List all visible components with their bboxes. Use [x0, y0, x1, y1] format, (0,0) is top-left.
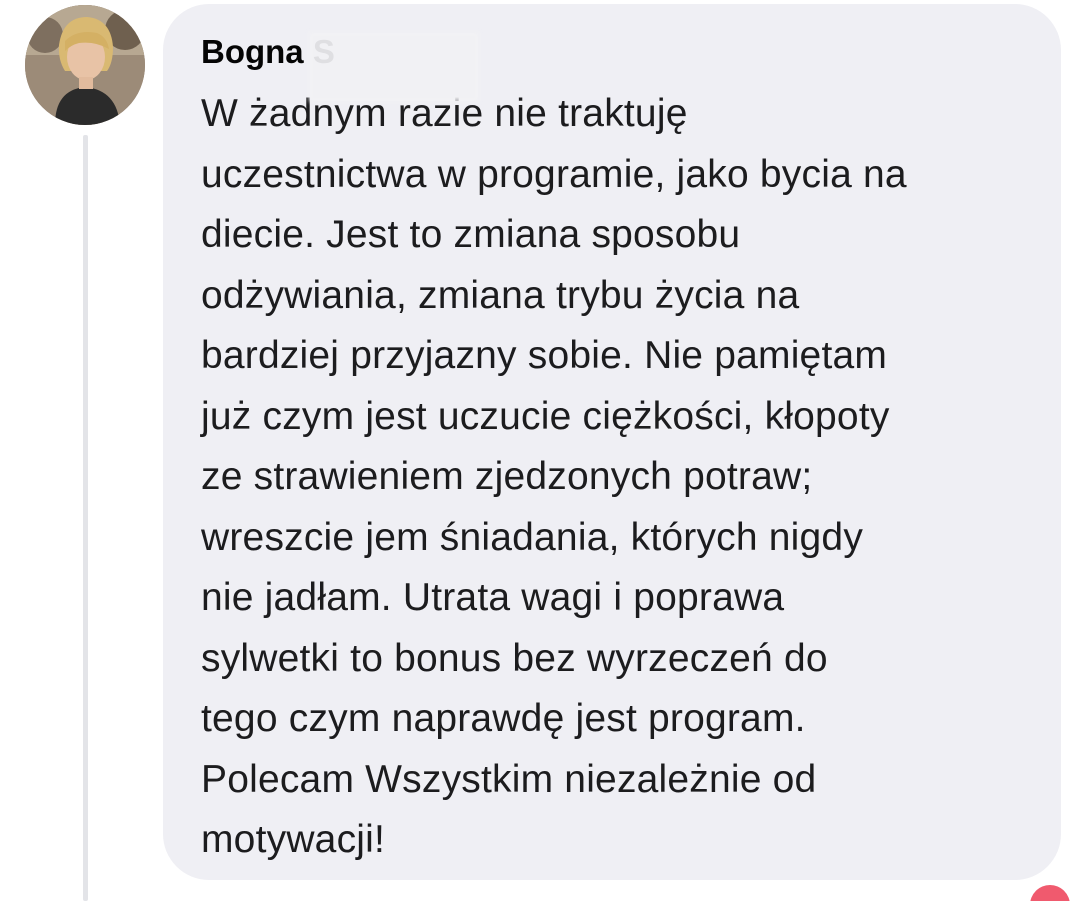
- comment-line: bardziej przyjazny sobie. Nie pamiętam: [201, 334, 888, 377]
- comment-line: uczestnictwa w programie, jako bycia na: [201, 152, 907, 196]
- comment-line: wreszcie jem śniadania, których nigdy: [201, 515, 864, 559]
- comment-line: motywacji!: [201, 818, 386, 861]
- comment-line: tego czym naprawdę jest program.: [201, 697, 806, 740]
- comment-author-name[interactable]: Bogna S: [201, 32, 1037, 102]
- comment-bubble: Bogna S W żadnym razie nie traktuję ucze…: [163, 4, 1061, 880]
- thread-line: [83, 135, 88, 901]
- comment-line: nie jadłam. Utrata wagi i poprawa: [201, 576, 785, 619]
- avatar-photo: [25, 5, 145, 125]
- comment-text: W żadnym razie nie traktuję uczestnictwa…: [201, 84, 1037, 871]
- comment-line: odżywiania, zmiana trybu życia na: [201, 273, 800, 317]
- comment-line: już czym jest uczucie ciężkości, kłopoty: [201, 394, 890, 438]
- comment-thread: Bogna S W żadnym razie nie traktuję ucze…: [0, 0, 1091, 901]
- comment-line: sylwetki to bonus bez wyrzeczeń do: [201, 636, 828, 680]
- author-name-blur: [309, 32, 479, 102]
- heart-reaction-icon[interactable]: [1030, 885, 1070, 901]
- comment-line: diecie. Jest to zmiana sposobu: [201, 213, 741, 256]
- avatar[interactable]: [25, 5, 145, 125]
- comment-line: Polecam Wszystkim niezależnie od: [201, 757, 817, 801]
- comment-line: ze strawieniem zjedzonych potraw;: [201, 455, 813, 498]
